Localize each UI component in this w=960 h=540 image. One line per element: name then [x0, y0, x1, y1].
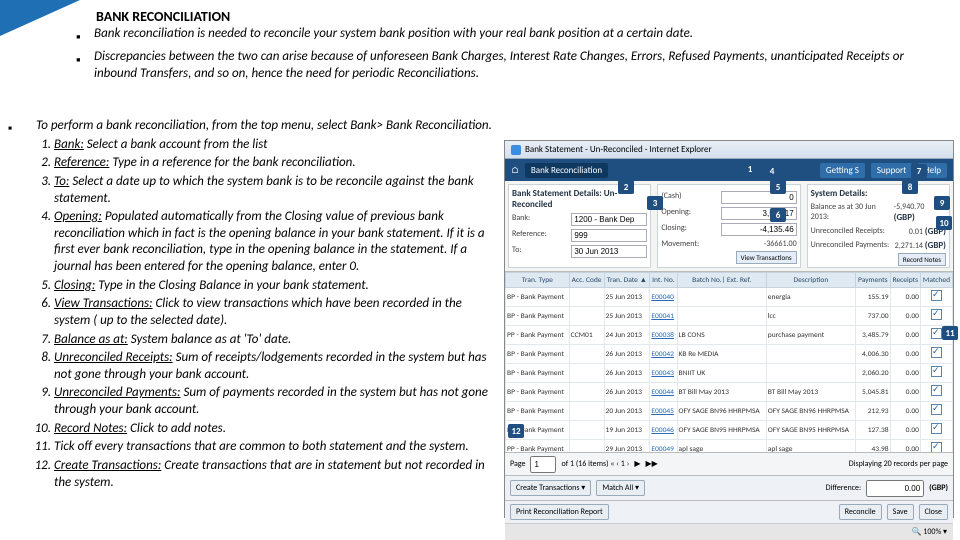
intro-bullet-1: Bank reconciliation is needed to reconci…: [94, 26, 693, 47]
ie-icon: [511, 145, 521, 155]
support-button[interactable]: Support: [871, 163, 912, 178]
status-bar: 🔍 100% ▾: [505, 523, 953, 540]
table-row[interactable]: BP - Bank Payment19 Jun 2013E00046OFY SA…: [506, 421, 953, 440]
callout-4: 4: [764, 164, 780, 178]
callout-9: 9: [934, 196, 950, 210]
intro-bullet-2: Discrepancies between the two can arise …: [94, 49, 930, 83]
grid-footer: Page of 1 (16 items) « ‹ 1 › ▶▶▶ Display…: [505, 452, 953, 475]
table-row[interactable]: PP - Bank PaymentCCM0124 Jun 2013E00038L…: [506, 326, 953, 345]
getting-started-button[interactable]: Getting S: [820, 163, 865, 178]
callout-12: 12: [508, 424, 524, 438]
match-checkbox[interactable]: [931, 385, 942, 396]
view-transactions-button[interactable]: View Transactions: [736, 251, 797, 264]
window-titlebar: Bank Statement - Un-Reconciled - Interne…: [505, 141, 953, 159]
table-row[interactable]: BP - Bank Payment25 Jun 2013E00040energi…: [506, 288, 953, 307]
panel-statement-vals: (Cash) Opening: Closing: Movement:-36661…: [657, 184, 800, 268]
match-checkbox[interactable]: [931, 423, 942, 434]
save-button[interactable]: Save: [887, 504, 914, 520]
table-row[interactable]: PP - Bank Payment29 Jun 2013E00049apl sa…: [506, 440, 953, 453]
instr-lead: To perform a bank reconciliation, from t…: [36, 118, 492, 133]
match-checkbox[interactable]: [931, 290, 942, 301]
callout-7: 7: [911, 164, 927, 178]
difference-field: [866, 480, 924, 497]
panel-bank-statement: Bank Statement Details: Un-Reconciled Ba…: [508, 184, 651, 268]
callout-1: 1: [742, 162, 758, 176]
match-checkbox[interactable]: [931, 442, 942, 452]
instructions-block: To perform a bank reconciliation, from t…: [36, 118, 492, 493]
match-checkbox[interactable]: [931, 309, 942, 320]
match-checkbox[interactable]: [931, 328, 942, 339]
match-checkbox[interactable]: [931, 404, 942, 415]
panel-system-details: System Details: Balance as at 30 Jun 201…: [807, 184, 950, 268]
callout-2: 2: [618, 180, 634, 194]
home-icon[interactable]: ⌂: [511, 165, 519, 176]
bottom-bar: Print Reconciliation Report Reconcile Sa…: [505, 500, 953, 523]
close-button[interactable]: Close: [919, 504, 948, 520]
table-row[interactable]: BP - Bank Payment20 Jun 2013E00045OFY SA…: [506, 402, 953, 421]
closing-input[interactable]: [721, 223, 797, 236]
table-row[interactable]: BP - Bank Payment26 Jun 2013E00042KB Re …: [506, 345, 953, 364]
app-screenshot: Bank Statement - Un-Reconciled - Interne…: [504, 140, 954, 518]
callout-3: 3: [647, 196, 663, 210]
table-row[interactable]: BP - Bank Payment25 Jun 2013E00041lcc737…: [506, 307, 953, 326]
callout-5: 5: [770, 180, 786, 194]
bank-select[interactable]: [571, 213, 647, 226]
action-bar: Create Transactions ▾ Match All ▾ Differ…: [505, 475, 953, 500]
transactions-grid: Tran. TypeAcc. CodeTran. Date ▲Int. No.B…: [505, 271, 953, 452]
slide-title: BANK RECONCILIATION: [96, 8, 230, 25]
breadcrumb-bar: ⌂ Bank Reconciliation Getting S Support …: [505, 159, 953, 181]
table-row[interactable]: BP - Bank Payment26 Jun 2013E00043BNIIT …: [506, 364, 953, 383]
match-checkbox[interactable]: [931, 347, 942, 358]
callout-11: 11: [942, 326, 958, 340]
reference-input[interactable]: [571, 229, 647, 242]
to-date-input[interactable]: [571, 245, 647, 258]
intro-bullets: ▪Bank reconciliation is needed to reconc…: [76, 26, 930, 85]
match-all-button[interactable]: Match All ▾: [596, 480, 645, 496]
match-checkbox[interactable]: [931, 366, 942, 377]
page-input[interactable]: [530, 456, 556, 473]
callout-8: 8: [902, 180, 918, 194]
create-transactions-button[interactable]: Create Transactions ▾: [510, 480, 591, 496]
callout-10: 10: [936, 216, 952, 230]
reconcile-button[interactable]: Reconcile: [839, 504, 882, 520]
callout-6: 6: [770, 208, 786, 222]
breadcrumb[interactable]: Bank Reconciliation: [525, 163, 608, 178]
print-report-button[interactable]: Print Reconciliation Report: [510, 504, 609, 520]
record-notes-button[interactable]: Record Notes: [898, 253, 946, 266]
table-row[interactable]: BP - Bank Payment26 Jun 2013E00044BT Bil…: [506, 383, 953, 402]
